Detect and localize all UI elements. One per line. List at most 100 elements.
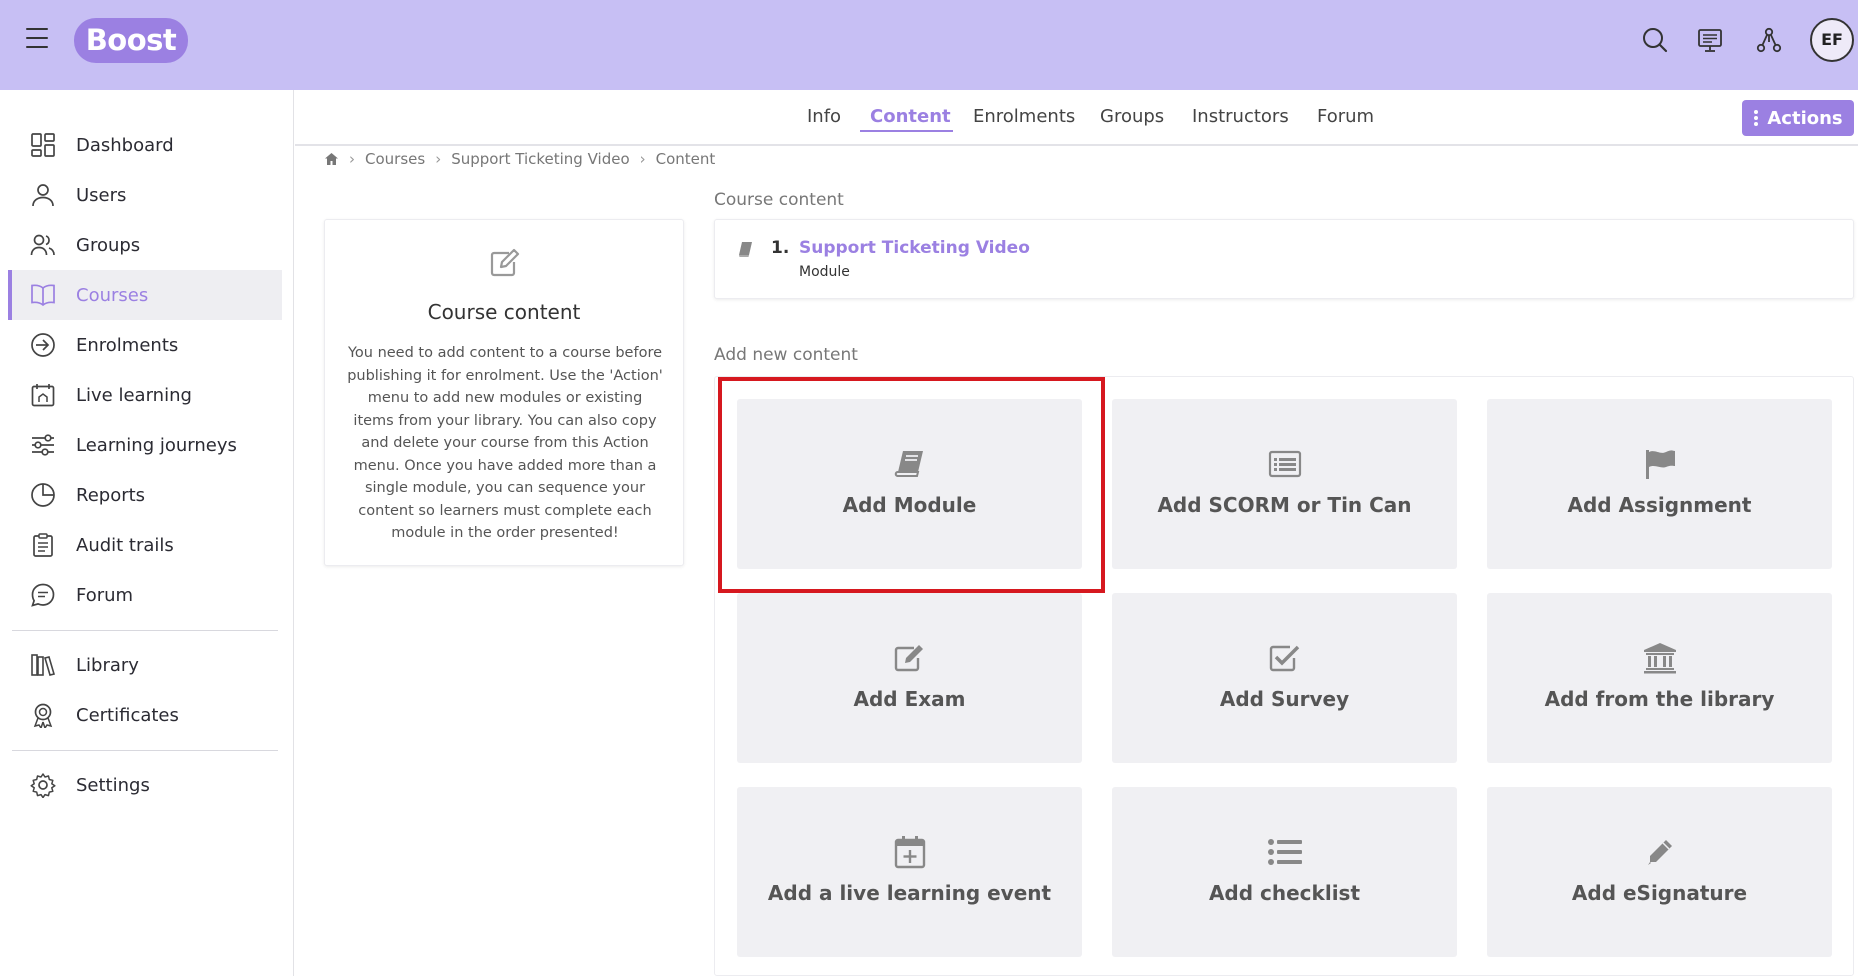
sidebar-item-dashboard[interactable]: Dashboard xyxy=(8,120,282,170)
add-assignment-tile[interactable]: Add Assignment xyxy=(1487,399,1832,569)
dashboard-icon xyxy=(28,130,58,160)
tile-label: Add Assignment xyxy=(1567,493,1752,517)
sidebar-item-courses[interactable]: Courses xyxy=(8,270,282,320)
breadcrumb-courses[interactable]: Courses xyxy=(365,150,425,168)
sidebar-item-certificates[interactable]: Certificates xyxy=(8,690,282,740)
add-checklist-tile[interactable]: Add checklist xyxy=(1112,787,1457,957)
sidebar-item-enrolments[interactable]: Enrolments xyxy=(8,320,282,370)
active-tab-indicator xyxy=(860,130,953,132)
tab-content[interactable]: Content xyxy=(870,106,951,127)
breadcrumb-separator: › xyxy=(349,150,355,168)
sidebar-item-label: Users xyxy=(76,184,127,206)
sidebar-item-label: Enrolments xyxy=(76,334,179,356)
tile-label: Add SCORM or Tin Can xyxy=(1157,493,1412,517)
breadcrumb-separator: › xyxy=(639,150,646,168)
pie-chart-icon xyxy=(28,480,58,510)
sidebar-item-settings[interactable]: Settings xyxy=(8,760,282,810)
tile-label: Add from the library xyxy=(1544,687,1775,711)
tile-label: Add Survey xyxy=(1219,687,1350,711)
flag-icon xyxy=(1645,450,1675,479)
add-survey-tile[interactable]: Add Survey xyxy=(1112,593,1457,763)
sidebar-item-forum[interactable]: Forum xyxy=(8,570,282,620)
sidebar-item-label: Courses xyxy=(76,284,149,306)
tile-label: Add a live learning event xyxy=(767,881,1052,905)
content-item-name[interactable]: Support Ticketing Video xyxy=(799,238,1030,258)
sidebar-item-live-learning[interactable]: Live learning xyxy=(8,370,282,420)
sidebar-item-label: Audit trails xyxy=(76,534,174,556)
content-item-type: Module xyxy=(799,264,850,280)
sidebar-divider xyxy=(12,630,278,631)
breadcrumb-current: Content xyxy=(655,150,716,168)
chat-icon xyxy=(28,580,58,610)
sidebar-divider xyxy=(12,750,278,751)
list-alt-icon xyxy=(1268,450,1301,478)
top-bar: Boost EF xyxy=(0,0,1858,90)
breadcrumb-separator: › xyxy=(435,150,442,168)
menu-icon[interactable] xyxy=(26,28,48,48)
add-exam-tile[interactable]: Add Exam xyxy=(737,593,1082,763)
calendar-icon xyxy=(28,380,58,410)
highlight-box xyxy=(718,377,1105,593)
tile-label: Add Exam xyxy=(853,687,966,711)
clipboard-icon xyxy=(28,530,58,560)
sidebar-item-label: Learning journeys xyxy=(76,434,237,456)
actions-button[interactable]: Actions xyxy=(1742,100,1854,136)
sidebar-item-label: Dashboard xyxy=(76,134,174,156)
user-icon xyxy=(28,180,58,210)
add-new-content-heading: Add new content xyxy=(714,345,858,365)
calendar-plus-icon xyxy=(894,836,925,869)
gear-icon xyxy=(28,770,58,800)
sidebar-item-groups[interactable]: Groups xyxy=(8,220,282,270)
content-item-number: 1. xyxy=(771,238,790,258)
presentation-icon[interactable] xyxy=(1696,26,1724,54)
tab-instructors[interactable]: Instructors xyxy=(1192,106,1289,127)
sidebar-item-label: Reports xyxy=(76,484,146,506)
course-content-list: 1. Support Ticketing Video Module xyxy=(714,219,1854,299)
course-tabs: Info Content Enrolments Groups Instructo… xyxy=(295,90,1858,146)
sliders-icon xyxy=(28,430,58,460)
tile-label: Add checklist xyxy=(1208,881,1361,905)
award-icon xyxy=(28,700,58,730)
tab-groups[interactable]: Groups xyxy=(1100,106,1164,127)
sidebar-item-label: Live learning xyxy=(76,384,192,406)
vertical-dots-icon xyxy=(1754,110,1759,126)
sidebar-item-users[interactable]: Users xyxy=(8,170,282,220)
avatar[interactable]: EF xyxy=(1810,18,1854,62)
course-content-heading: Course content xyxy=(714,190,844,210)
add-esignature-tile[interactable]: Add eSignature xyxy=(1487,787,1832,957)
home-icon[interactable] xyxy=(324,152,339,166)
sidebar-item-label: Library xyxy=(76,654,139,676)
tab-enrolments[interactable]: Enrolments xyxy=(973,106,1075,127)
sidebar-item-library[interactable]: Library xyxy=(8,640,282,690)
info-card-title: Course content xyxy=(427,300,581,324)
tile-label: Add eSignature xyxy=(1571,881,1748,905)
sidebar-item-reports[interactable]: Reports xyxy=(8,470,282,520)
institution-icon xyxy=(1643,643,1676,674)
sidebar: Dashboard Users Groups Courses Enrolment… xyxy=(0,90,294,976)
sidebar-item-label: Settings xyxy=(76,774,150,796)
breadcrumb-course[interactable]: Support Ticketing Video xyxy=(451,150,629,168)
sidebar-item-learning-journeys[interactable]: Learning journeys xyxy=(8,420,282,470)
edit-icon xyxy=(894,645,923,672)
boost-logo[interactable]: Boost xyxy=(74,18,188,63)
course-content-info-card: Course content You need to add content t… xyxy=(324,219,684,566)
add-live-learning-event-tile[interactable]: Add a live learning event xyxy=(737,787,1082,957)
tab-info[interactable]: Info xyxy=(807,106,841,127)
actions-label: Actions xyxy=(1767,107,1843,129)
add-from-library-tile[interactable]: Add from the library xyxy=(1487,593,1832,763)
add-scorm-tile[interactable]: Add SCORM or Tin Can xyxy=(1112,399,1457,569)
sidebar-item-label: Groups xyxy=(76,234,141,256)
sidebar-item-audit-trails[interactable]: Audit trails xyxy=(8,520,282,570)
check-square-icon xyxy=(1269,645,1299,672)
tab-forum[interactable]: Forum xyxy=(1317,106,1374,127)
network-icon[interactable] xyxy=(1755,26,1783,54)
pencil-icon xyxy=(1647,840,1672,865)
breadcrumb: › Courses › Support Ticketing Video › Co… xyxy=(324,150,715,168)
search-icon[interactable] xyxy=(1641,26,1669,54)
list-icon xyxy=(1267,839,1302,865)
sidebar-item-label: Certificates xyxy=(76,704,179,726)
book-icon xyxy=(739,242,752,257)
info-card-description: You need to add content to a course befo… xyxy=(347,345,663,541)
book-open-icon xyxy=(28,280,58,310)
sign-in-icon xyxy=(28,330,58,360)
